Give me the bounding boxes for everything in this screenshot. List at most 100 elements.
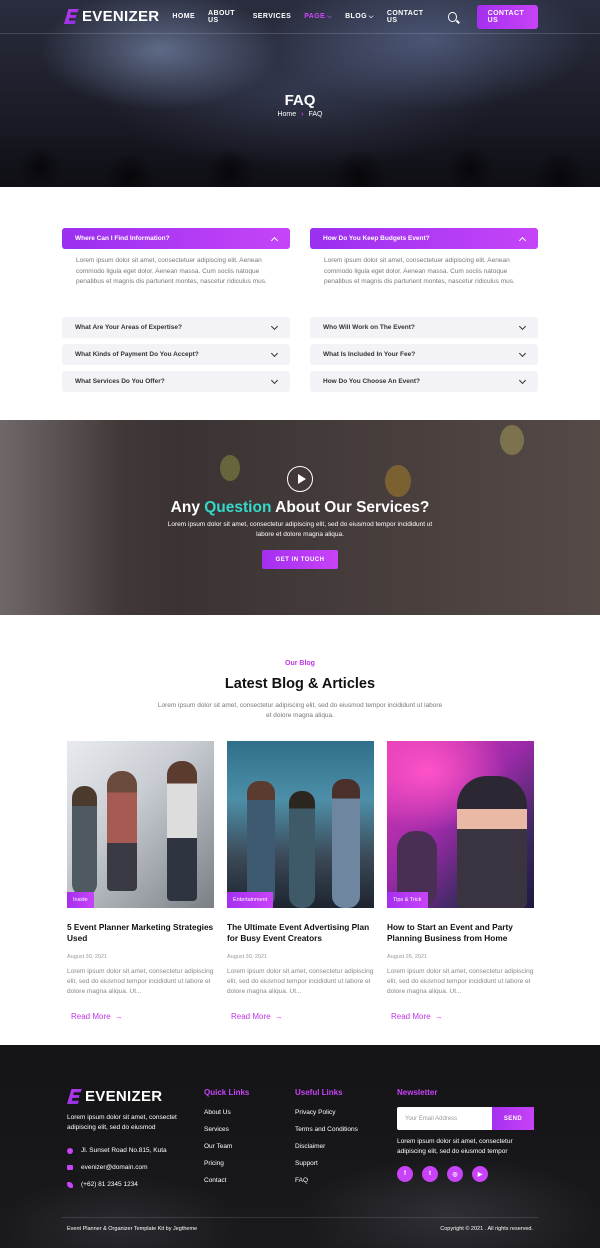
nav-item-page-label: PAGE (304, 12, 326, 20)
person-figure (107, 771, 137, 891)
blog-image[interactable]: Entertainment (227, 741, 374, 908)
footer-link-privacy[interactable]: Privacy Policy (295, 1109, 358, 1126)
blog-card: Tips & Trick How to Start an Event and P… (387, 741, 534, 1021)
footer-about: Lorem ipsum dolor sit amet, consectet ad… (67, 1114, 177, 1131)
contact-us-button[interactable]: CONTACT US (476, 4, 538, 29)
nav-item-blog-label: BLOG (345, 12, 367, 20)
phone-text[interactable]: (+62) 81 2345 1234 (81, 1181, 138, 1188)
breadcrumb-home[interactable]: Home (277, 111, 296, 118)
footer-link-contact[interactable]: Contact (204, 1177, 249, 1194)
page-title: FAQ (284, 92, 316, 109)
breadcrumb: Home › FAQ (0, 111, 600, 118)
faq-item-choose-event[interactable]: How Do You Choose An Event? (310, 371, 538, 392)
blog-date: August 26, 2021 (387, 954, 428, 960)
logo-mark-icon (64, 9, 79, 24)
nav-item-blog[interactable]: BLOG ⌵ (345, 13, 374, 21)
chevron-up-icon (270, 236, 279, 244)
blog-card: Entertainment The Ultimate Event Adverti… (227, 741, 374, 1021)
faq-item-fee[interactable]: What Is Included In Your Fee? (310, 344, 538, 365)
quick-links: Quick Links About Us Services Our Team P… (204, 1088, 249, 1194)
play-video-icon[interactable] (287, 466, 313, 492)
section-intro: Lorem ipsum dolor sit amet, consectetur … (157, 702, 443, 719)
cta-title: Any Question About Our Services? (0, 499, 600, 517)
search-icon[interactable] (448, 11, 457, 22)
faq-item-payment[interactable]: What Kinds of Payment Do You Accept? (62, 344, 290, 365)
blog-title[interactable]: 5 Event Planner Marketing Strategies Use… (67, 922, 214, 946)
footer-link-faq[interactable]: FAQ (295, 1177, 358, 1194)
cta-title-pre: Any (170, 499, 205, 516)
faq-column-left: Where Can I Find Information? Lorem ipsu… (62, 228, 290, 398)
main-menu: HOME ABOUT US SERVICES PAGE ⌵ BLOG ⌵ CONTA… (159, 4, 538, 29)
faq-question: What Are Your Areas of Expertise? (75, 324, 182, 331)
faq-question: How Do You Choose An Event? (323, 378, 421, 385)
email-text[interactable]: evenizer@domain.com (81, 1164, 148, 1171)
faq-item-where-info[interactable]: Where Can I Find Information? (62, 228, 290, 249)
blog-date: August 30, 2021 (227, 954, 268, 960)
newsletter-title: Newsletter (397, 1088, 438, 1097)
footer-link-about-us[interactable]: About Us (204, 1109, 249, 1126)
footer-credit: Event Planner & Organizer Template Kit b… (67, 1226, 198, 1232)
footer-link-pricing[interactable]: Pricing (204, 1160, 249, 1177)
send-button[interactable]: SEND (492, 1107, 534, 1130)
category-badge[interactable]: Tips & Trick (387, 892, 428, 908)
footer-copyright: Copyright © 2021 . All rights reserved. (440, 1226, 533, 1232)
newsletter-email-input[interactable]: Your Email Address (397, 1107, 492, 1130)
nav-item-page[interactable]: PAGE ⌵ (304, 13, 332, 21)
category-badge[interactable]: Entertainment (227, 892, 274, 908)
nav-item-services[interactable]: SERVICES (253, 13, 291, 20)
youtube-icon[interactable]: ▶ (472, 1166, 488, 1182)
faq-question: What Kinds of Payment Do You Accept? (75, 351, 199, 358)
footer-link-support[interactable]: Support (295, 1160, 358, 1177)
phone-row: (+62) 81 2345 1234 (67, 1176, 167, 1193)
footer-logo[interactable]: EVENIZER (67, 1088, 162, 1105)
facebook-icon[interactable]: f (397, 1166, 413, 1182)
faq-column-right: How Do You Keep Budgets Event? Lorem ips… (310, 228, 538, 398)
read-more-link[interactable]: Read More → (227, 1012, 374, 1021)
read-more-link[interactable]: Read More → (67, 1012, 214, 1021)
footer-link-disclaimer[interactable]: Disclaimer (295, 1143, 358, 1160)
chevron-down-icon: ⌵ (368, 13, 374, 20)
footer-link-our-team[interactable]: Our Team (204, 1143, 249, 1160)
chevron-up-icon (518, 236, 527, 244)
newsletter: Newsletter Your Email Address SEND Lorem… (397, 1088, 534, 1182)
nav-item-about-us[interactable]: ABOUT US (208, 10, 240, 24)
newsletter-form: Your Email Address SEND (397, 1107, 534, 1130)
faq-item-services[interactable]: What Services Do You Offer? (62, 371, 290, 392)
person-figure (289, 791, 315, 908)
blog-image[interactable]: Tips & Trick (387, 741, 534, 908)
blog-image[interactable]: Inside (67, 741, 214, 908)
faq-item-budgets[interactable]: How Do You Keep Budgets Event? (310, 228, 538, 249)
faq-item-who-works[interactable]: Who Will Work on The Event? (310, 317, 538, 338)
faq-question: Who Will Work on The Event? (323, 324, 415, 331)
blog-excerpt: Lorem ipsum dolor sit amet, consectetur … (387, 968, 534, 995)
nav-item-contact-us[interactable]: CONTACT US (387, 10, 426, 24)
footer-link-terms[interactable]: Terms and Conditions (295, 1126, 358, 1143)
faq-item-expertise[interactable]: What Are Your Areas of Expertise? (62, 317, 290, 338)
overlay (0, 420, 600, 615)
blog-excerpt: Lorem ipsum dolor sit amet, consectetur … (67, 968, 214, 995)
nav-item-home[interactable]: HOME (172, 13, 195, 20)
arrow-right-icon: → (434, 1012, 443, 1021)
read-more-link[interactable]: Read More → (387, 1012, 534, 1021)
blog-title[interactable]: The Ultimate Event Advertising Plan for … (227, 922, 374, 946)
person-figure (332, 779, 360, 908)
get-in-touch-button[interactable]: GET IN TOUCH (262, 550, 338, 569)
chevron-down-icon: ⌵ (327, 13, 333, 20)
arrow-right-icon: → (274, 1012, 283, 1021)
useful-links-title: Useful Links (295, 1088, 343, 1097)
brand-logo[interactable]: EVENIZER (64, 8, 159, 25)
instagram-icon[interactable]: ◎ (447, 1166, 463, 1182)
footer-contact: Jl. Sunset Road No.815, Kuta evenizer@do… (67, 1142, 167, 1193)
twitter-icon[interactable]: t (422, 1166, 438, 1182)
person-figure (167, 761, 197, 901)
newsletter-text: Lorem ipsum dolor sit amet, consectetur … (397, 1138, 513, 1155)
faq-question: What Is Included In Your Fee? (323, 351, 416, 358)
footer-divider (62, 1217, 538, 1218)
category-badge[interactable]: Inside (67, 892, 94, 908)
breadcrumb-current: FAQ (308, 111, 323, 118)
blog-title[interactable]: How to Start an Event and Party Planning… (387, 922, 534, 946)
social-links: f t ◎ ▶ (397, 1166, 534, 1182)
faq-answer: Lorem ipsum dolor sit amet, consectetuer… (76, 257, 267, 285)
chevron-down-icon (518, 376, 527, 384)
footer-link-services[interactable]: Services (204, 1126, 249, 1143)
